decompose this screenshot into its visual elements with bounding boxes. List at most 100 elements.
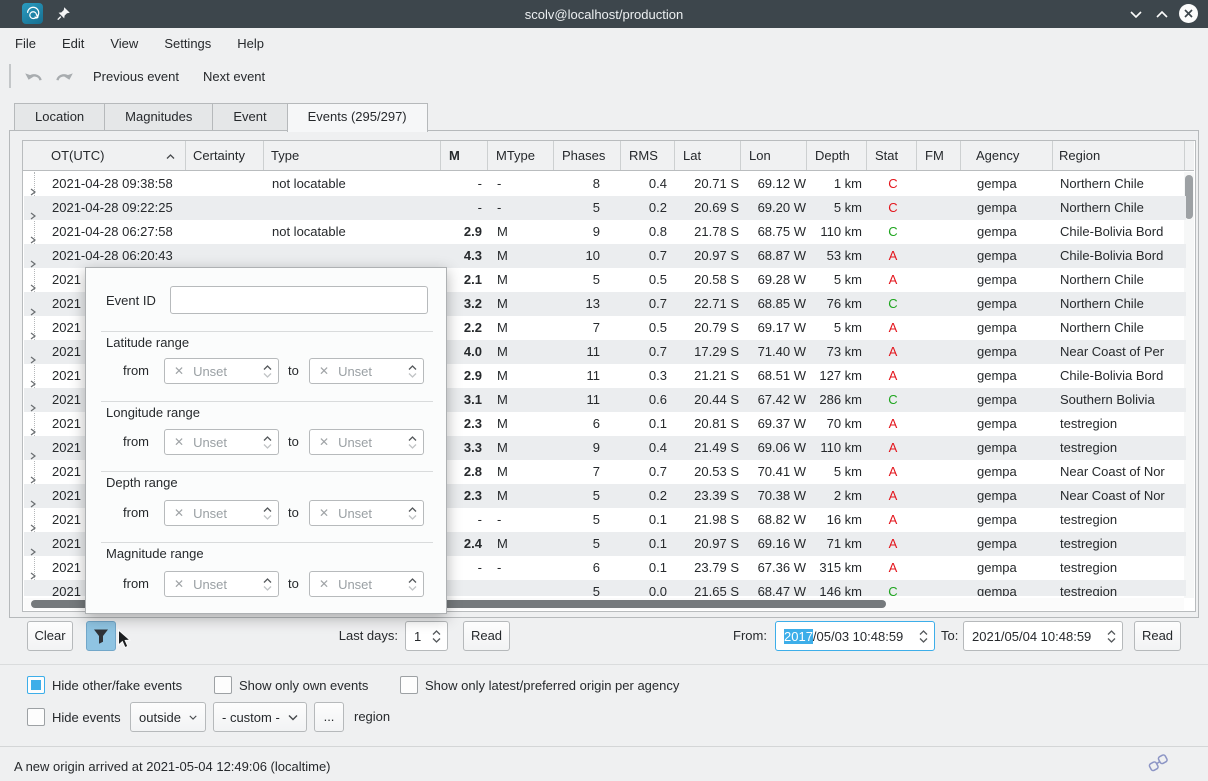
column-header-ot-utc[interactable]: OT(UTC) xyxy=(23,141,186,170)
column-header-phases[interactable]: Phases xyxy=(554,141,621,170)
clear-value-icon[interactable]: ✕ xyxy=(174,577,184,591)
show-only-own-events-label[interactable]: Show only own events xyxy=(239,677,368,695)
menu-view[interactable]: View xyxy=(97,31,151,56)
expand-arrow-icon[interactable] xyxy=(29,420,37,436)
table-row[interactable]: 2021-04-28 06:27:58not locatable2.9M90.8… xyxy=(24,220,1186,244)
clear-value-icon[interactable]: ✕ xyxy=(319,506,329,520)
column-header-stat[interactable]: Stat xyxy=(867,141,917,170)
column-header-m[interactable]: M xyxy=(441,141,488,170)
show-only-own-events-checkbox[interactable] xyxy=(214,676,232,694)
previous-event-button[interactable]: Previous event xyxy=(81,65,191,88)
expand-arrow-icon[interactable] xyxy=(29,300,37,316)
event-id-input[interactable] xyxy=(170,286,428,314)
column-header-agency[interactable]: Agency xyxy=(961,141,1053,170)
hide-events-checkbox[interactable] xyxy=(27,708,45,726)
expand-arrow-icon[interactable] xyxy=(29,276,37,292)
spinner-arrows-icon[interactable] xyxy=(408,436,417,449)
longitude-range-to-spinbox[interactable]: ✕Unset xyxy=(309,429,424,455)
clear-value-icon[interactable]: ✕ xyxy=(174,435,184,449)
expand-arrow-icon[interactable] xyxy=(29,396,37,412)
column-header-mtype[interactable]: MType xyxy=(488,141,554,170)
depth-range-from-spinbox[interactable]: ✕Unset xyxy=(164,500,279,526)
column-header-type[interactable]: Type xyxy=(264,141,441,170)
menu-file[interactable]: File xyxy=(2,31,49,56)
column-header-lon[interactable]: Lon xyxy=(741,141,807,170)
spinner-arrows-icon[interactable] xyxy=(1107,630,1116,643)
tab-location[interactable]: Location xyxy=(14,103,104,131)
show-only-latest-origin-label[interactable]: Show only latest/preferred origin per ag… xyxy=(425,677,679,695)
vertical-scrollbar-thumb[interactable] xyxy=(1185,175,1193,219)
pin-icon[interactable] xyxy=(56,6,71,24)
column-header-lat[interactable]: Lat xyxy=(675,141,741,170)
close-button[interactable] xyxy=(1179,4,1198,23)
to-datetime-field[interactable]: 2021/05/04 10:48:59 xyxy=(963,621,1123,651)
back-event-icon[interactable] xyxy=(21,66,47,86)
expand-arrow-icon[interactable] xyxy=(29,372,37,388)
expand-arrow-icon[interactable] xyxy=(29,564,37,580)
expand-arrow-icon[interactable] xyxy=(29,252,37,268)
tab-magnitudes[interactable]: Magnitudes xyxy=(104,103,212,131)
hide-other-fake-events-checkbox[interactable] xyxy=(27,676,45,694)
expand-arrow-icon[interactable] xyxy=(29,516,37,532)
spinner-arrows-icon[interactable] xyxy=(263,507,272,520)
clear-value-icon[interactable]: ✕ xyxy=(319,577,329,591)
hide-other-fake-events-label[interactable]: Hide other/fake events xyxy=(52,677,182,695)
spinner-arrows-icon[interactable] xyxy=(919,630,928,643)
spinner-arrows-icon[interactable] xyxy=(263,436,272,449)
hide-events-label[interactable]: Hide events xyxy=(52,709,121,727)
expand-arrow-icon[interactable] xyxy=(29,540,37,556)
column-header-depth[interactable]: Depth xyxy=(807,141,867,170)
table-row[interactable]: 2021-04-28 09:38:58not locatable--80.420… xyxy=(24,172,1186,196)
expand-arrow-icon[interactable] xyxy=(29,204,37,220)
region-more-button[interactable]: ... xyxy=(314,702,344,732)
inside-outside-dropdown[interactable]: outside xyxy=(130,702,206,732)
next-event-button[interactable]: Next event xyxy=(191,65,277,88)
titlebar[interactable]: scolv@localhost/production xyxy=(0,0,1208,28)
tab-event[interactable]: Event xyxy=(212,103,286,131)
show-only-latest-origin-checkbox[interactable] xyxy=(400,676,418,694)
table-row[interactable]: 2021-04-28 09:22:25--50.220.69 S69.20 W5… xyxy=(24,196,1186,220)
column-header-region[interactable]: Region xyxy=(1053,141,1185,170)
expand-arrow-icon[interactable] xyxy=(29,348,37,364)
region-preset-dropdown[interactable]: - custom - xyxy=(213,702,307,732)
latitude-range-from-spinbox[interactable]: ✕Unset xyxy=(164,358,279,384)
spinner-arrows-icon[interactable] xyxy=(263,365,272,378)
last-days-spinbox[interactable]: 1 xyxy=(405,621,448,651)
magnitude-range-from-spinbox[interactable]: ✕Unset xyxy=(164,571,279,597)
magnitude-range-to-spinbox[interactable]: ✕Unset xyxy=(309,571,424,597)
spinner-arrows-icon[interactable] xyxy=(263,578,272,591)
latitude-range-to-spinbox[interactable]: ✕Unset xyxy=(309,358,424,384)
spinner-arrows-icon[interactable] xyxy=(408,365,417,378)
expand-arrow-icon[interactable] xyxy=(29,180,37,196)
spinner-arrows-icon[interactable] xyxy=(408,578,417,591)
read-last-days-button[interactable]: Read xyxy=(463,621,510,651)
from-datetime-field[interactable]: 2017 /05/03 10:48:59 xyxy=(775,621,935,651)
maximize-button[interactable] xyxy=(1152,4,1172,24)
spinner-arrows-icon[interactable] xyxy=(432,630,441,643)
read-range-button[interactable]: Read xyxy=(1134,621,1181,651)
connection-status-icon[interactable] xyxy=(1146,751,1170,778)
toolbar-drag-handle[interactable] xyxy=(9,64,11,88)
table-row[interactable]: 2021-04-28 06:20:434.3M100.720.97 S68.87… xyxy=(24,244,1186,268)
minimize-button[interactable] xyxy=(1126,4,1146,24)
clear-value-icon[interactable]: ✕ xyxy=(174,364,184,378)
tab-events-295-297[interactable]: Events (295/297) xyxy=(287,103,428,132)
filter-toggle-button[interactable] xyxy=(86,621,116,651)
expand-arrow-icon[interactable] xyxy=(29,588,37,596)
expand-arrow-icon[interactable] xyxy=(29,324,37,340)
clear-button[interactable]: Clear xyxy=(27,621,73,651)
column-header-certainty[interactable]: Certainty xyxy=(186,141,264,170)
column-header-fm[interactable]: FM xyxy=(917,141,961,170)
expand-arrow-icon[interactable] xyxy=(29,228,37,244)
clear-value-icon[interactable]: ✕ xyxy=(319,364,329,378)
column-header-rms[interactable]: RMS xyxy=(621,141,675,170)
longitude-range-from-spinbox[interactable]: ✕Unset xyxy=(164,429,279,455)
forward-event-icon[interactable] xyxy=(51,66,77,86)
spinner-arrows-icon[interactable] xyxy=(408,507,417,520)
menu-edit[interactable]: Edit xyxy=(49,31,97,56)
expand-arrow-icon[interactable] xyxy=(29,444,37,460)
depth-range-to-spinbox[interactable]: ✕Unset xyxy=(309,500,424,526)
expand-arrow-icon[interactable] xyxy=(29,468,37,484)
clear-value-icon[interactable]: ✕ xyxy=(174,506,184,520)
menu-settings[interactable]: Settings xyxy=(151,31,224,56)
